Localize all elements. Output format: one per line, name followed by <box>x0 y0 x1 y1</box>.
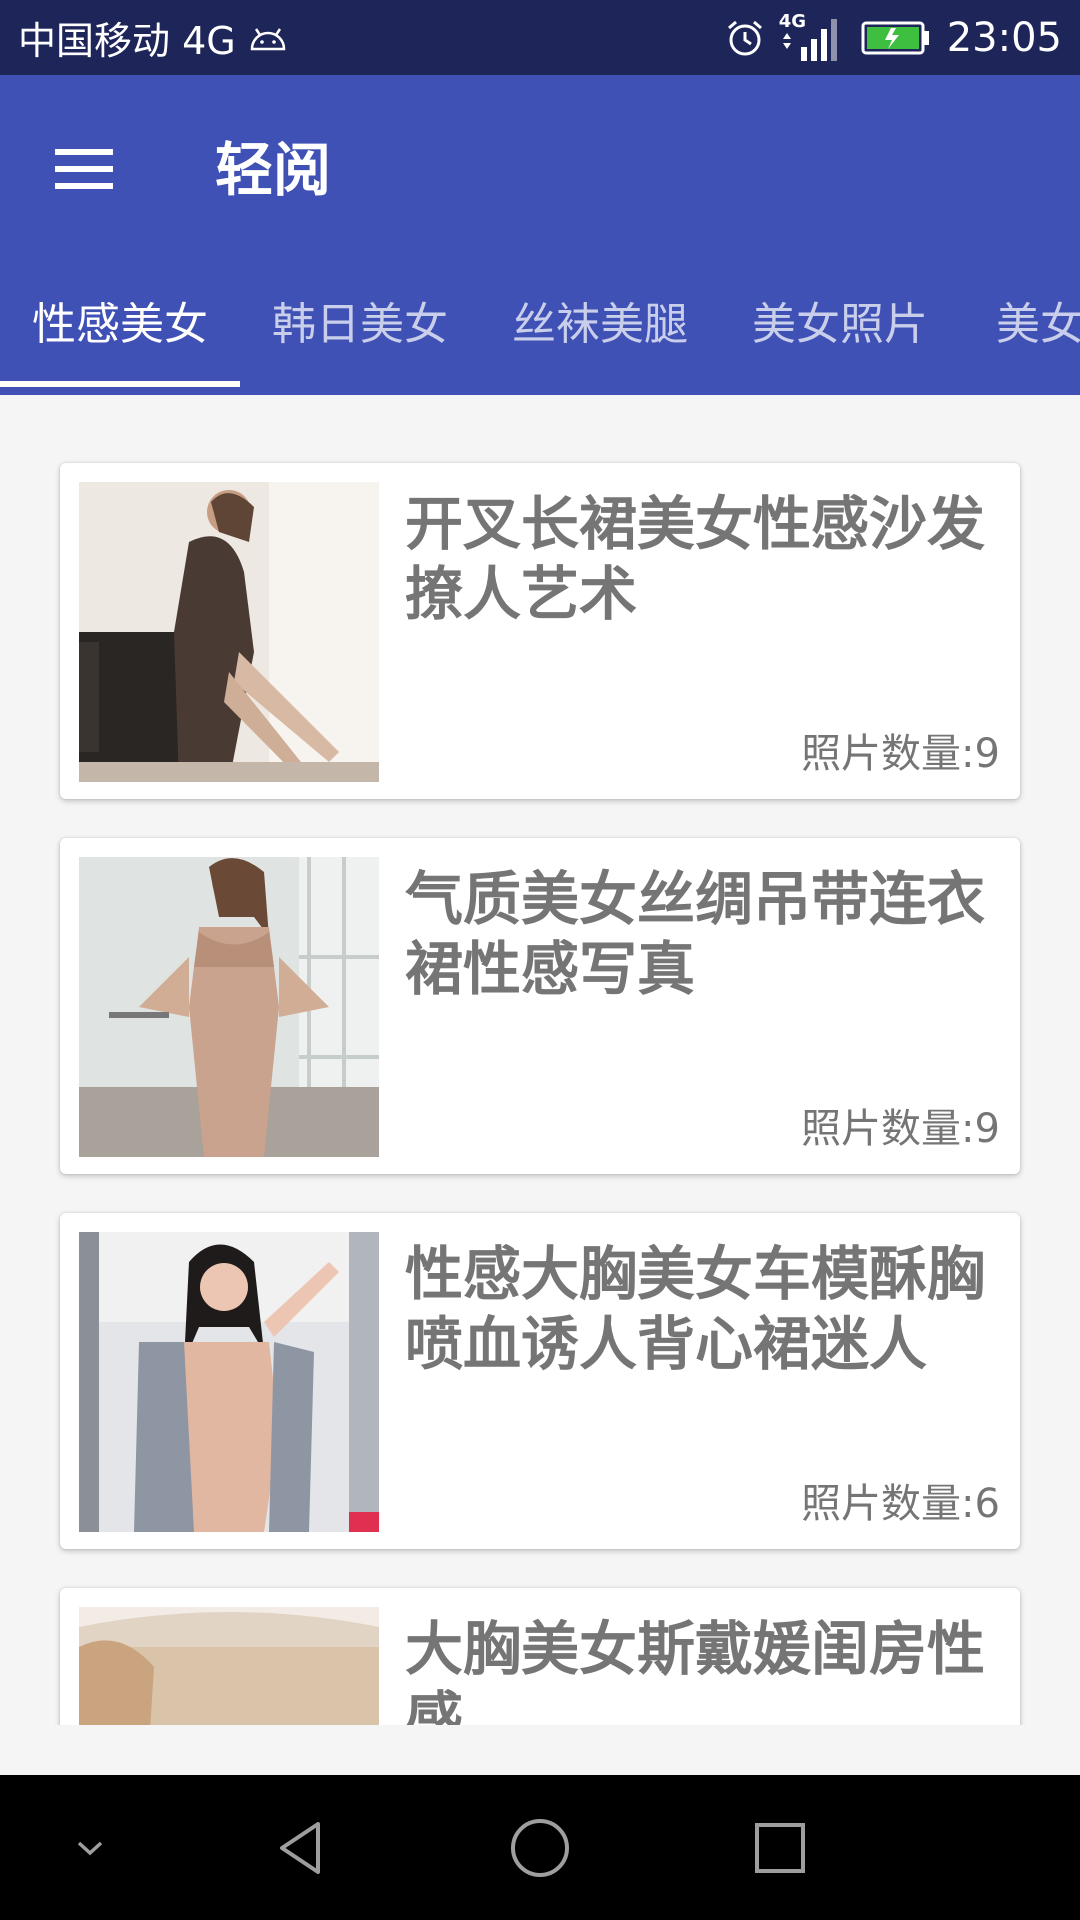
android-icon <box>250 27 285 50</box>
tab-label: 性感美女 <box>32 299 208 350</box>
photo-count: 照片数量:9 <box>801 1106 1000 1152</box>
album-list[interactable]: 开叉长裙美女性感沙发撩人艺术 照片数量:9 气质美女丝绸吊带连衣裙性感写真 照片… <box>0 395 1080 1725</box>
album-card[interactable]: 开叉长裙美女性感沙发撩人艺术 照片数量:9 <box>60 463 1020 799</box>
photo-count: 照片数量:9 <box>801 731 1000 777</box>
album-title: 开叉长裙美女性感沙发撩人艺术 <box>405 490 986 628</box>
album-card[interactable]: 气质美女丝绸吊带连衣裙性感写真 照片数量:9 <box>60 838 1020 1174</box>
album-title: 性感大胸美女车模酥胸喷血诱人背心裙迷人 <box>405 1240 986 1378</box>
tab-beauty-more[interactable]: 美女 <box>960 255 1080 395</box>
tab-bar: 性感美女 韩日美女 丝袜美腿 美女照片 美女 <box>0 255 1080 395</box>
album-thumbnail <box>79 1607 379 1725</box>
tab-label: 丝袜美腿 <box>512 299 688 350</box>
tab-sexy-beauty[interactable]: 性感美女 <box>0 255 240 395</box>
back-button[interactable] <box>245 1775 355 1920</box>
status-bar: 中国移动 4G 4G 23:05 <box>0 0 1080 75</box>
photo-count: 照片数量:6 <box>801 1481 1000 1527</box>
album-thumbnail <box>79 482 379 782</box>
album-thumbnail <box>79 1232 379 1532</box>
app-bar: 轻阅 性感美女 韩日美女 丝袜美腿 美女照片 美女 <box>0 75 1080 395</box>
recents-button[interactable] <box>725 1775 835 1920</box>
tab-indicator <box>0 381 240 387</box>
album-title: 气质美女丝绸吊带连衣裙性感写真 <box>405 865 986 1003</box>
tab-beauty-photos[interactable]: 美女照片 <box>720 255 960 395</box>
tab-label: 韩日美女 <box>272 299 448 350</box>
back-icon <box>280 1821 320 1874</box>
screen: 中国移动 4G 4G 23:05 轻阅 性感美女 韩日美女 丝袜美腿 美女照片 … <box>0 0 1080 1920</box>
tab-label: 美女照片 <box>752 299 928 350</box>
alarm-icon <box>727 20 762 55</box>
home-icon <box>511 1818 569 1877</box>
tab-label: 美女 <box>996 299 1080 350</box>
album-thumbnail <box>79 857 379 1157</box>
clock: 23:05 <box>946 14 1062 61</box>
menu-icon <box>55 149 113 189</box>
collapse-button[interactable] <box>50 1775 130 1920</box>
tab-stockings[interactable]: 丝袜美腿 <box>480 255 720 395</box>
navigation-bar <box>0 1775 1080 1920</box>
app-title: 轻阅 <box>215 136 332 204</box>
recents-icon <box>755 1822 805 1873</box>
signal-icon <box>782 18 837 61</box>
carrier-text: 中国移动 4G <box>18 19 236 63</box>
menu-button[interactable] <box>30 115 138 223</box>
album-title: 大胸美女斯戴媛闺房性感 <box>405 1615 986 1725</box>
album-card[interactable]: 性感大胸美女车模酥胸喷血诱人背心裙迷人 照片数量:6 <box>60 1213 1020 1549</box>
status-left: 中国移动 4G <box>18 0 288 75</box>
battery-icon <box>861 21 929 54</box>
album-card[interactable]: 大胸美女斯戴媛闺房性感 <box>60 1588 1020 1725</box>
tab-korean-japanese[interactable]: 韩日美女 <box>240 255 480 395</box>
signal-indicator: 4G <box>779 11 839 63</box>
chevron-down-icon <box>77 1841 103 1855</box>
home-button[interactable] <box>485 1775 595 1920</box>
status-right: 4G 23:05 <box>711 0 1062 75</box>
